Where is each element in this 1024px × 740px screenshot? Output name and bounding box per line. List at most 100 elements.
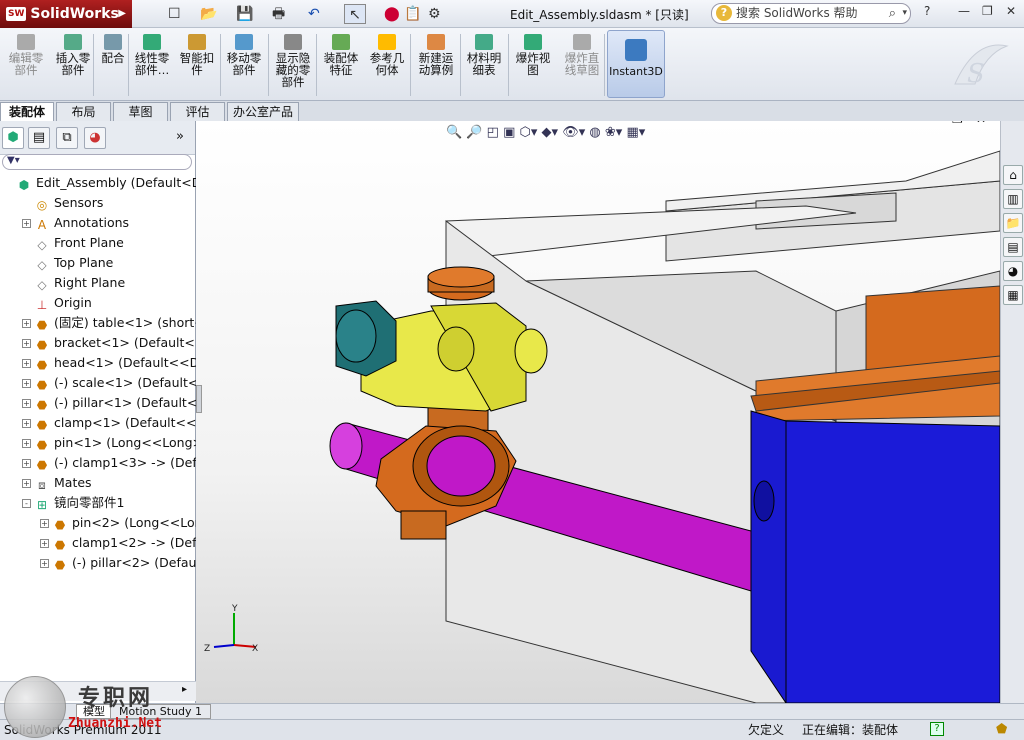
part-icon: ⬣ xyxy=(36,458,48,472)
tree-node[interactable]: + ⬣ bracket<1> (Default<<De xyxy=(0,333,196,353)
tree-node[interactable]: + ⬣ (-) scale<1> (Default<<De xyxy=(0,373,196,393)
custom-properties-icon[interactable]: ▦ xyxy=(1003,285,1023,305)
tree-node-label: (-) clamp1<3> -> (Default xyxy=(54,455,196,470)
tree-node[interactable]: ◇ Front Plane xyxy=(0,233,196,253)
tree-node[interactable]: + ⬣ clamp<1> (Default<<Defa xyxy=(0,413,196,433)
tree-node[interactable]: + ⬣ clamp1<2> -> (Default xyxy=(0,533,196,553)
tab-office-products[interactable]: 办公室产品 xyxy=(227,102,299,121)
file-explorer-icon[interactable]: 📁 xyxy=(1003,213,1023,233)
options-icon[interactable]: ⚙ xyxy=(428,4,441,24)
help-search-input[interactable]: ? 搜索 SolidWorks 帮助 ⌕ ▾ xyxy=(711,3,911,24)
tree-filter[interactable]: ▼▾ xyxy=(2,154,192,170)
expand-toggle-icon[interactable]: + xyxy=(22,439,31,448)
expand-toggle-icon[interactable]: + xyxy=(22,399,31,408)
ribbon-button-6[interactable]: 显示隐 藏的零 部件 xyxy=(272,34,314,88)
ribbon-button-11[interactable]: 爆炸视 图 xyxy=(512,34,554,76)
search-icon[interactable]: ⌕ xyxy=(889,4,896,23)
save-icon[interactable]: 💾 xyxy=(236,4,253,24)
tree-node[interactable]: ⬢ Edit_Assembly (Default<Defa xyxy=(0,173,196,193)
design-library-icon[interactable]: ▥ xyxy=(1003,189,1023,209)
ribbon-button-8[interactable]: 参考几 何体 xyxy=(366,34,408,76)
open-folder-icon[interactable]: 📂 xyxy=(200,4,217,24)
ribbon-button-5[interactable]: 移动零 部件 xyxy=(224,34,264,76)
tree-node[interactable]: + ⬣ pin<1> (Long<<Long>_D xyxy=(0,433,196,453)
expand-toggle-icon[interactable]: + xyxy=(22,419,31,428)
help-menu-icon[interactable]: ? xyxy=(924,4,930,18)
expand-toggle-icon[interactable]: + xyxy=(40,519,49,528)
rebuild-icon[interactable]: ⬤ xyxy=(384,4,400,24)
mate-icon xyxy=(104,34,122,50)
tree-node[interactable]: - ⊞ 镜向零部件1 xyxy=(0,493,196,513)
ribbon-button-3[interactable]: 线性零 部件… xyxy=(132,34,172,76)
tree-node[interactable]: + ⬣ (-) pillar<2> (Default< xyxy=(0,553,196,573)
tree-node[interactable]: ◇ Top Plane xyxy=(0,253,196,273)
print-icon[interactable]: 🖶 xyxy=(272,4,285,24)
solidworks-menu-button[interactable]: SW SolidWorks ▶ xyxy=(0,0,132,28)
tree-node[interactable]: + A Annotations xyxy=(0,213,196,233)
tree-node[interactable]: ◇ Right Plane xyxy=(0,273,196,293)
help-status-icon[interactable]: ? xyxy=(930,722,944,736)
feature-manager-panel: ⬢ ▤ ⧉ ◕ » ▼▾ ⬢ Edit_Assembly (Default<Def… xyxy=(0,121,196,703)
property-manager-tab-icon[interactable]: ▤ xyxy=(28,127,50,149)
minimize-icon[interactable]: — xyxy=(958,4,970,18)
tree-node[interactable]: + ⬣ (-) clamp1<3> -> (Default xyxy=(0,453,196,473)
tree-node[interactable]: ◎ Sensors xyxy=(0,193,196,213)
expand-toggle-icon[interactable]: + xyxy=(22,319,31,328)
panel-tabs: ⬢ ▤ ⧉ ◕ » xyxy=(0,121,195,155)
expand-toggle-icon[interactable]: - xyxy=(22,499,31,508)
chevron-down-icon[interactable]: ▾ xyxy=(902,4,907,23)
ribbon-button-7[interactable]: 装配体 特征 xyxy=(320,34,362,76)
expand-toggle-icon[interactable]: + xyxy=(22,219,31,228)
appearances-icon[interactable]: ◕ xyxy=(1003,261,1023,281)
graphics-area[interactable]: 🔍 🔎 ◰ ▣ ⬡▾ ◆▾ 👁▾ ◍ ❀▾ ▦▾ ❐ ✕ xyxy=(196,121,1000,703)
document-title: Edit_Assembly.sldasm * [只读] xyxy=(510,8,689,22)
tab-assembly[interactable]: 装配体 xyxy=(0,102,54,121)
ribbon-button-label: 线性零 部件… xyxy=(134,51,170,77)
tab-sketch[interactable]: 草图 xyxy=(113,102,168,121)
expand-toggle-icon[interactable]: + xyxy=(22,339,31,348)
tree-node-label: Top Plane xyxy=(54,255,114,270)
ribbon-button-2[interactable]: 配合 xyxy=(98,34,128,64)
close-icon[interactable]: ✕ xyxy=(1006,4,1016,18)
view-palette-icon[interactable]: ▤ xyxy=(1003,237,1023,257)
tree-node[interactable]: + ⬣ (固定) table<1> (short<<s xyxy=(0,313,196,333)
scroll-right-icon[interactable]: ▸ xyxy=(182,684,187,695)
expand-panel-icon[interactable]: » xyxy=(176,129,184,144)
select-pointer-icon[interactable]: ↖ xyxy=(344,4,366,24)
file-properties-icon[interactable]: 📋 xyxy=(404,4,421,24)
tree-node[interactable]: + ⬣ pin<2> (Long<<Long> xyxy=(0,513,196,533)
expand-toggle-icon[interactable]: + xyxy=(22,359,31,368)
tab-evaluate[interactable]: 评估 xyxy=(170,102,225,121)
ribbon-button-12[interactable]: 爆炸直 线草图 xyxy=(560,34,604,76)
solidworks-resources-icon[interactable]: ⌂ xyxy=(1003,165,1023,185)
configuration-manager-tab-icon[interactable]: ⧉ xyxy=(56,127,78,149)
feature-tree-tab-icon[interactable]: ⬢ xyxy=(2,127,24,149)
menu-arrow-icon: ▶ xyxy=(118,8,126,19)
expand-toggle-icon[interactable]: + xyxy=(40,559,49,568)
instant3d-button[interactable]: Instant3D xyxy=(607,30,665,98)
new-document-icon[interactable]: ☐ xyxy=(168,4,181,24)
ribbon-button-0[interactable]: 编辑零 部件 xyxy=(4,34,48,76)
tree-node[interactable]: + ⬣ head<1> (Default<<Defau xyxy=(0,353,196,373)
part-icon: ⬣ xyxy=(36,358,48,372)
expand-toggle-icon[interactable]: + xyxy=(22,479,31,488)
tree-node[interactable]: + ⬣ (-) pillar<1> (Default<<De xyxy=(0,393,196,413)
ribbon-button-label: 材料明 细表 xyxy=(466,51,502,77)
expand-toggle-icon[interactable]: + xyxy=(40,539,49,548)
ribbon-button-9[interactable]: 新建运 动算例 xyxy=(414,34,458,76)
tree-node[interactable]: ⊥ Origin xyxy=(0,293,196,313)
expand-toggle-icon[interactable]: + xyxy=(22,379,31,388)
display-manager-tab-icon[interactable]: ◕ xyxy=(84,127,106,149)
expand-toggle-icon[interactable]: + xyxy=(22,459,31,468)
ribbon-button-label: 参考几 何体 xyxy=(369,51,405,77)
tab-layout[interactable]: 布局 xyxy=(56,102,111,121)
tag-icon[interactable]: ⬟ xyxy=(996,720,1007,740)
restore-icon[interactable]: ❐ xyxy=(982,4,993,18)
ribbon-button-1[interactable]: 插入零 部件 xyxy=(52,34,94,76)
scale-blue-face xyxy=(785,420,1000,703)
ribbon-button-10[interactable]: 材料明 细表 xyxy=(464,34,504,76)
undo-icon[interactable]: ↶ xyxy=(308,4,320,24)
ribbon-button-4[interactable]: 智能扣 件 xyxy=(178,34,216,76)
ribbon-button-label: 爆炸视 图 xyxy=(515,51,551,77)
tree-node[interactable]: + ⧈ Mates xyxy=(0,473,196,493)
